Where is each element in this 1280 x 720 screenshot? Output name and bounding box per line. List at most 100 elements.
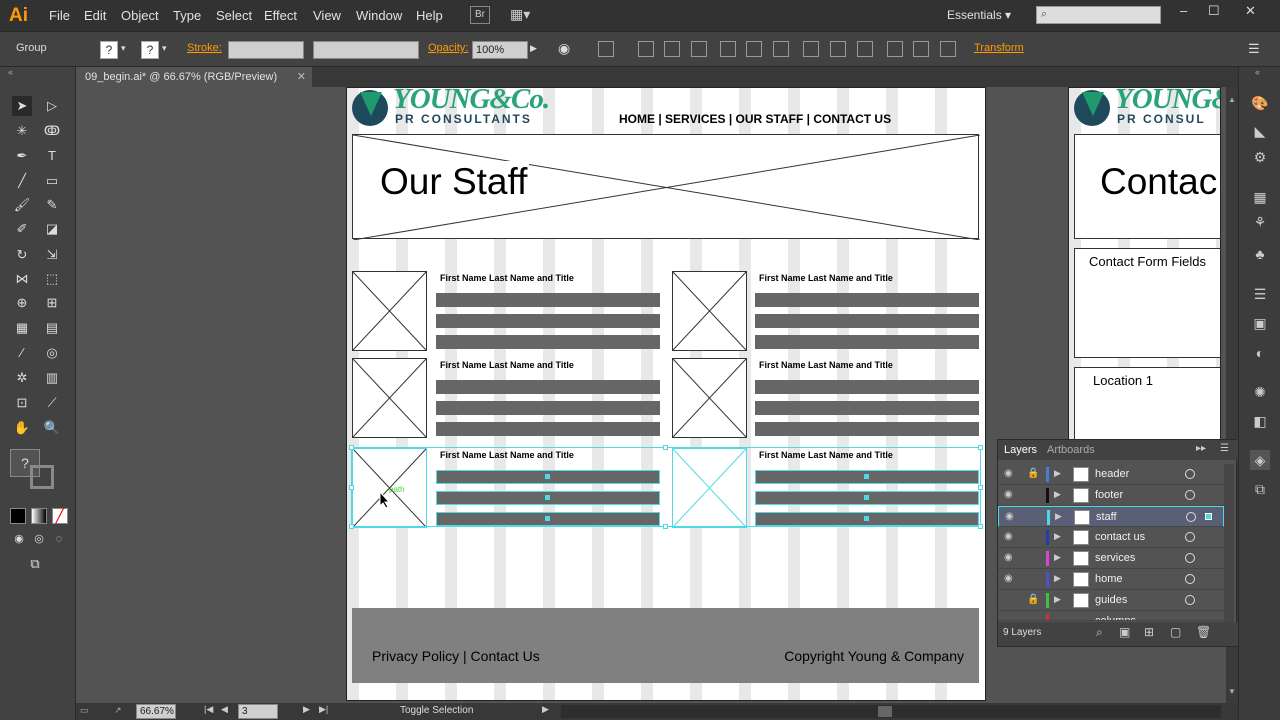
bridge-button[interactable]: Br bbox=[470, 6, 490, 24]
swatches-icon[interactable]: ⚙ bbox=[1250, 147, 1270, 167]
layer-name[interactable]: columns bbox=[1095, 615, 1136, 620]
new-layer-icon[interactable]: ▢ bbox=[1170, 625, 1181, 639]
type-tool-icon[interactable]: T bbox=[42, 146, 62, 166]
artboard-number-field[interactable]: 3 bbox=[238, 704, 278, 719]
blend-tool-icon[interactable]: ◎ bbox=[42, 343, 62, 363]
selection-handle[interactable] bbox=[978, 445, 983, 450]
workspace-switcher[interactable]: Essentials ▾ bbox=[947, 8, 1011, 22]
menu-select[interactable]: Select bbox=[216, 8, 252, 23]
layers-scrollbar[interactable] bbox=[1224, 464, 1234, 622]
gradient-mode-icon[interactable] bbox=[31, 508, 47, 524]
shape-builder-tool-icon[interactable]: ⊕ bbox=[12, 293, 32, 313]
screen-mode-icon[interactable]: ⧉ bbox=[25, 554, 45, 574]
color-panel-icon[interactable]: 🎨 bbox=[1250, 93, 1270, 113]
distribute-bottom-icon[interactable] bbox=[857, 41, 873, 57]
paintbrush-tool-icon[interactable]: 🖌 bbox=[12, 195, 32, 215]
layer-target-icon[interactable] bbox=[1186, 512, 1196, 522]
slice-tool-icon[interactable]: ⟋ bbox=[42, 393, 62, 413]
distribute-top-icon[interactable] bbox=[803, 41, 819, 57]
variable-width-field[interactable] bbox=[313, 41, 419, 59]
symbol-sprayer-tool-icon[interactable]: ✲ bbox=[12, 368, 32, 388]
layer-name[interactable]: services bbox=[1095, 552, 1135, 564]
artboard-contact-us[interactable]: YOUNG&Co PR CONSUL Contac Contact Form F… bbox=[1068, 87, 1221, 447]
menu-window[interactable]: Window bbox=[356, 8, 402, 23]
transform-label[interactable]: Transform bbox=[974, 42, 1024, 54]
align-center-icon[interactable] bbox=[664, 41, 680, 57]
stroke-label[interactable]: Stroke: bbox=[187, 42, 222, 54]
mesh-tool-icon[interactable]: ▦ bbox=[12, 318, 32, 338]
zoom-tool-icon[interactable]: 🔍 bbox=[42, 418, 62, 438]
document-tab[interactable]: 09_begin.ai* @ 66.67% (RGB/Preview) ✕ bbox=[76, 67, 312, 87]
layer-name[interactable]: footer bbox=[1095, 489, 1123, 501]
visibility-eye-icon[interactable]: ◉ bbox=[1004, 552, 1018, 564]
layer-target-icon[interactable] bbox=[1185, 574, 1195, 584]
lasso-tool-icon[interactable]: ↂ bbox=[42, 121, 62, 141]
width-tool-icon[interactable]: ⋈ bbox=[12, 269, 32, 289]
menu-view[interactable]: View bbox=[313, 8, 341, 23]
menu-help[interactable]: Help bbox=[416, 8, 443, 23]
expand-triangle-icon[interactable]: ▶ bbox=[1054, 531, 1061, 542]
recolor-icon[interactable]: ◉ bbox=[558, 40, 570, 57]
align-to-icon[interactable] bbox=[598, 41, 614, 57]
line-tool-icon[interactable]: ╱ bbox=[12, 171, 32, 191]
selection-handle[interactable] bbox=[663, 524, 668, 529]
selected-art-indicator[interactable] bbox=[1205, 513, 1212, 520]
horizontal-scrollbar[interactable] bbox=[561, 705, 1221, 718]
scroll-thumb[interactable] bbox=[878, 706, 892, 717]
selection-handle[interactable] bbox=[978, 524, 983, 529]
opacity-label[interactable]: Opacity: bbox=[428, 42, 468, 54]
artboards-panel-icon[interactable]: ⧉ bbox=[1250, 479, 1270, 499]
selection-handle[interactable] bbox=[349, 524, 354, 529]
previous-artboard-icon[interactable]: ◀ bbox=[221, 704, 228, 715]
color-guide-icon[interactable]: ◣ bbox=[1250, 121, 1270, 141]
close-button[interactable]: ✕ bbox=[1245, 3, 1256, 19]
menu-type[interactable]: Type bbox=[173, 8, 201, 23]
layer-name[interactable]: staff bbox=[1096, 511, 1117, 523]
layer-name[interactable]: home bbox=[1095, 573, 1123, 585]
minimize-button[interactable]: – bbox=[1180, 3, 1187, 18]
close-tab-icon[interactable]: ✕ bbox=[297, 67, 306, 87]
export-icon[interactable]: ↗ bbox=[114, 705, 122, 716]
distribute-middle-icon[interactable] bbox=[830, 41, 846, 57]
selection-tool-icon[interactable]: ➤ bbox=[12, 96, 32, 116]
gradient-tool-icon[interactable]: ▤ bbox=[42, 318, 62, 338]
opacity-field[interactable]: 100% bbox=[472, 41, 528, 59]
none-mode-icon[interactable]: ╱ bbox=[52, 508, 68, 524]
blob-brush-tool-icon[interactable]: ✐ bbox=[12, 219, 32, 239]
layer-row-staff[interactable]: ◉ ▶ staff bbox=[998, 506, 1224, 527]
next-artboard-icon[interactable]: ▶ bbox=[303, 704, 310, 715]
visibility-eye-icon[interactable]: ◉ bbox=[1005, 511, 1019, 523]
opacity-arrow-icon[interactable]: ▶ bbox=[530, 43, 537, 54]
layer-row-columns[interactable]: columns bbox=[998, 611, 1224, 621]
first-artboard-icon[interactable]: |◀ bbox=[204, 704, 213, 715]
tab-layers[interactable]: Layers bbox=[1004, 444, 1037, 456]
selection-handle[interactable] bbox=[349, 445, 354, 450]
stroke-swatch[interactable]: ? bbox=[141, 41, 159, 59]
graphic-styles-icon[interactable]: ◧ bbox=[1250, 411, 1270, 431]
layer-row-home[interactable]: ◉ ▶ home bbox=[998, 569, 1224, 590]
pencil-tool-icon[interactable]: ✎ bbox=[42, 195, 62, 215]
control-menu-icon[interactable]: ☰ bbox=[1248, 41, 1260, 57]
layer-name[interactable]: header bbox=[1095, 468, 1129, 480]
expand-triangle-icon[interactable]: ▶ bbox=[1054, 573, 1061, 584]
menu-object[interactable]: Object bbox=[121, 8, 159, 23]
align-left-icon[interactable] bbox=[638, 41, 654, 57]
layer-row-header[interactable]: ◉ 🔒 ▶ header bbox=[998, 464, 1224, 485]
align-top-icon[interactable] bbox=[720, 41, 736, 57]
layer-target-icon[interactable] bbox=[1185, 490, 1195, 500]
panel-menu-icon[interactable]: ☰ bbox=[1220, 443, 1229, 454]
scale-tool-icon[interactable]: ⇲ bbox=[42, 245, 62, 265]
gradient-panel-icon[interactable]: ▣ bbox=[1250, 313, 1270, 333]
new-sublayer-icon[interactable]: ⊞ bbox=[1144, 625, 1154, 639]
align-middle-icon[interactable] bbox=[746, 41, 762, 57]
menu-edit[interactable]: Edit bbox=[84, 8, 106, 23]
stroke-dropdown-icon[interactable]: ▾ bbox=[162, 43, 167, 54]
selection-handle[interactable] bbox=[978, 485, 983, 490]
expand-triangle-icon[interactable]: ▶ bbox=[1054, 552, 1061, 563]
cc-libraries-icon[interactable]: ⚘ bbox=[1250, 212, 1270, 232]
draw-normal-icon[interactable]: ◉ bbox=[9, 529, 29, 549]
lock-icon[interactable]: 🔒 bbox=[1027, 594, 1039, 606]
visibility-eye-icon[interactable]: ◉ bbox=[1004, 573, 1018, 585]
lock-icon[interactable]: 🔒 bbox=[1027, 468, 1039, 480]
hand-tool-icon[interactable]: ✋ bbox=[12, 418, 32, 438]
